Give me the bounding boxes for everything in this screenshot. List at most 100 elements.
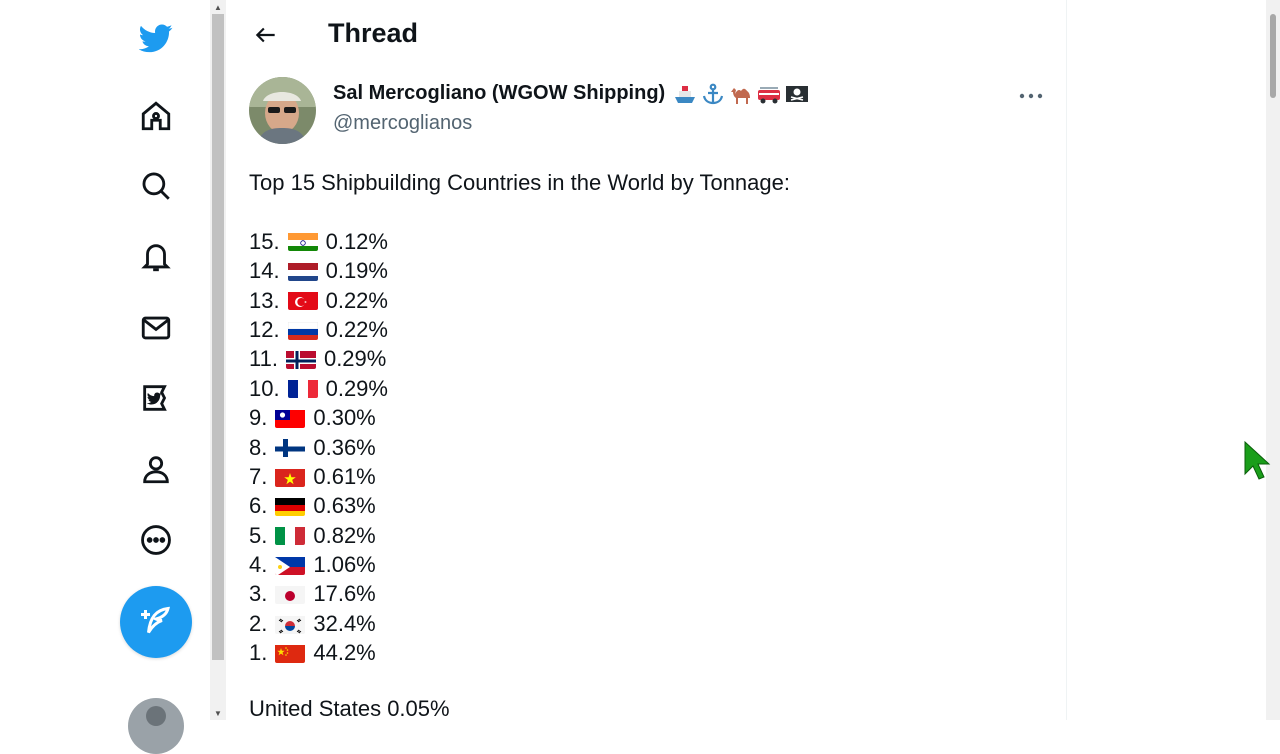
ranking-row: 12. 0.22% bbox=[249, 315, 790, 344]
left-nav bbox=[0, 0, 210, 754]
compose-tweet-button[interactable] bbox=[120, 586, 192, 658]
rank-value: 0.22% bbox=[325, 287, 388, 313]
rank-number: 15. bbox=[249, 228, 280, 254]
fire-engine-icon bbox=[757, 83, 781, 105]
taiwan-flag-icon bbox=[275, 408, 306, 428]
rank-value: 0.29% bbox=[325, 375, 388, 401]
italy-flag-icon bbox=[275, 525, 306, 546]
south-korea-flag-icon bbox=[275, 614, 306, 634]
rank-number: 13. bbox=[249, 287, 280, 313]
search-icon[interactable] bbox=[132, 162, 180, 210]
rank-number: 2. bbox=[249, 610, 268, 636]
netherlands-flag-icon bbox=[287, 261, 318, 281]
rank-number: 7. bbox=[249, 463, 268, 489]
ranking-row: 6. 0.63% bbox=[249, 491, 790, 520]
ranking-row: 11. 0.29% bbox=[249, 344, 790, 373]
ranking-row: 9. 0.30% bbox=[249, 403, 790, 432]
thread-header: Thread bbox=[226, 0, 1066, 70]
turkey-flag-icon bbox=[287, 290, 318, 311]
rank-number: 10. bbox=[249, 375, 280, 401]
home-icon[interactable] bbox=[132, 92, 180, 140]
rank-value: 0.36% bbox=[313, 434, 376, 460]
twitter-blue-icon[interactable] bbox=[132, 374, 180, 422]
rank-number: 6. bbox=[249, 493, 268, 519]
back-arrow-icon bbox=[255, 27, 275, 43]
author-name-text: Sal Mercogliano (WGOW Shipping) bbox=[333, 82, 666, 104]
ranking-row: 15. 0.12% bbox=[249, 227, 790, 256]
mouse-cursor-icon bbox=[1242, 440, 1272, 480]
tweet-footer-line: United States 0.05% bbox=[249, 695, 450, 721]
rank-number: 11. bbox=[249, 346, 278, 372]
ranking-row: 13. 0.22% bbox=[249, 286, 790, 315]
rank-value: 0.22% bbox=[325, 316, 388, 342]
china-flag-icon bbox=[275, 643, 306, 663]
author-avatar[interactable] bbox=[249, 77, 316, 144]
compose-tweet-icon bbox=[141, 606, 170, 634]
finland-flag-icon bbox=[275, 437, 306, 458]
norway-flag-icon bbox=[285, 349, 316, 370]
author-badges bbox=[673, 83, 809, 105]
rank-value: 0.82% bbox=[313, 522, 376, 548]
more-options-icon bbox=[1019, 93, 1043, 99]
ranking-row: 2. 32.4% bbox=[249, 609, 790, 638]
rank-value: 0.29% bbox=[323, 346, 387, 372]
page-scrollbar-thumb[interactable] bbox=[1270, 14, 1276, 98]
tweet-intro: Top 15 Shipbuilding Countries in the Wor… bbox=[249, 170, 790, 195]
twitter-logo-icon[interactable] bbox=[132, 14, 180, 62]
ranking-row: 8. 0.36% bbox=[249, 433, 790, 462]
ranking-row: 1. 44.2% bbox=[249, 638, 790, 667]
scroll-up-arrow-icon[interactable]: ▲ bbox=[210, 2, 226, 14]
pirate-flag-icon bbox=[785, 83, 809, 105]
vietnam-flag-icon bbox=[275, 467, 306, 487]
philippines-flag-icon bbox=[275, 555, 306, 575]
author-name[interactable]: Sal Mercogliano (WGOW Shipping) bbox=[333, 82, 809, 105]
rank-value: 1.06% bbox=[313, 552, 376, 578]
more-icon[interactable] bbox=[132, 516, 180, 564]
account-avatar[interactable] bbox=[128, 698, 184, 754]
thread-column: Thread Sal Mercogliano (WGOW Shipping) @… bbox=[226, 0, 1067, 723]
rank-value: 0.30% bbox=[313, 405, 376, 431]
rank-number: 8. bbox=[249, 434, 268, 460]
ship-icon bbox=[673, 83, 697, 105]
scroll-down-arrow-icon[interactable]: ▼ bbox=[210, 708, 226, 720]
france-flag-icon bbox=[287, 378, 318, 399]
ranking-row: 10. 0.29% bbox=[249, 374, 790, 403]
rank-value: 0.12% bbox=[325, 228, 388, 254]
rank-value: 0.63% bbox=[313, 493, 376, 519]
author-handle[interactable]: @mercoglianos bbox=[333, 112, 472, 135]
anchor-icon bbox=[701, 83, 725, 105]
rank-number: 5. bbox=[249, 522, 268, 548]
tweet-body: Top 15 Shipbuilding Countries in the Wor… bbox=[249, 168, 790, 723]
rank-number: 4. bbox=[249, 552, 268, 578]
germany-flag-icon bbox=[275, 496, 306, 516]
ranking-row: 5. 0.82% bbox=[249, 521, 790, 550]
ranking-row: 14. 0.19% bbox=[249, 256, 790, 285]
rank-number: 12. bbox=[249, 316, 280, 342]
tweet-more-button[interactable] bbox=[1014, 82, 1048, 110]
rank-number: 1. bbox=[249, 640, 268, 666]
profile-icon[interactable] bbox=[132, 445, 180, 493]
camel-icon bbox=[729, 83, 753, 105]
ranking-row: 4. 1.06% bbox=[249, 550, 790, 579]
india-flag-icon bbox=[287, 231, 318, 252]
nav-scrollbar-thumb[interactable] bbox=[212, 14, 224, 660]
rank-number: 14. bbox=[249, 258, 280, 284]
ranking-row: 7. 0.61% bbox=[249, 462, 790, 491]
page-scrollbar[interactable] bbox=[1266, 0, 1280, 720]
rank-number: 3. bbox=[249, 581, 268, 607]
rank-value: 0.19% bbox=[325, 258, 388, 284]
ranking-row: 3. 17.6% bbox=[249, 579, 790, 608]
russia-flag-icon bbox=[287, 320, 318, 340]
back-button[interactable] bbox=[248, 17, 284, 53]
messages-icon[interactable] bbox=[132, 304, 180, 352]
rank-value: 44.2% bbox=[313, 640, 376, 666]
rank-value: 0.61% bbox=[313, 463, 376, 489]
rank-number: 9. bbox=[249, 405, 268, 431]
japan-flag-icon bbox=[275, 584, 306, 605]
rank-value: 32.4% bbox=[313, 610, 376, 636]
rank-value: 17.6% bbox=[313, 581, 376, 607]
notifications-icon[interactable] bbox=[132, 233, 180, 281]
page-title: Thread bbox=[328, 18, 419, 48]
